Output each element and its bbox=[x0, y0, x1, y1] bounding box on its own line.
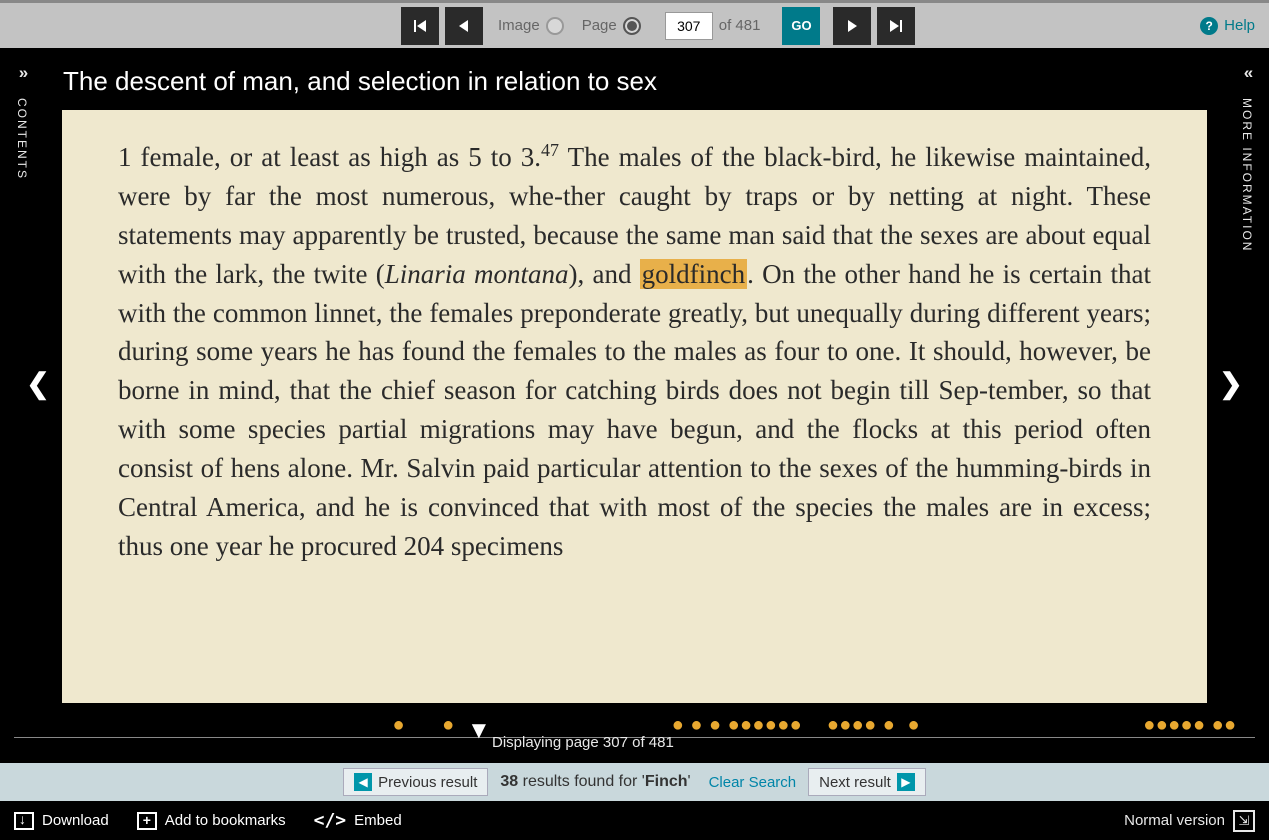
current-page-marker[interactable]: ▼ bbox=[467, 717, 491, 745]
image-radio[interactable]: Image bbox=[498, 17, 564, 35]
page-controls: Image Page of 481 bbox=[498, 12, 760, 40]
result-marker[interactable]: ● bbox=[728, 714, 740, 737]
arrow-right-icon: ▶ bbox=[897, 773, 915, 791]
last-page-button[interactable] bbox=[877, 7, 915, 45]
result-marker[interactable]: ● bbox=[752, 714, 764, 737]
result-marker[interactable]: ● bbox=[839, 714, 851, 737]
timeline-status: Displaying page 307 of 481 bbox=[492, 734, 674, 751]
embed-button[interactable]: </>Embed bbox=[314, 810, 402, 831]
page-image[interactable]: 1 female, or at least as high as 5 to 3.… bbox=[62, 110, 1207, 703]
embed-icon: </> bbox=[314, 810, 347, 831]
download-button[interactable]: Download bbox=[14, 812, 109, 830]
result-marker[interactable]: ● bbox=[1143, 714, 1155, 737]
bookmark-button[interactable]: Add to bookmarks bbox=[137, 812, 286, 830]
page-number-input[interactable] bbox=[665, 12, 713, 40]
page-arrow-right[interactable]: ❯ bbox=[1207, 328, 1255, 438]
contents-panel-toggle[interactable]: » CONTENTS bbox=[0, 48, 44, 208]
result-marker[interactable]: ● bbox=[1168, 714, 1180, 737]
first-page-button[interactable] bbox=[401, 7, 439, 45]
normal-version-button[interactable]: Normal version⇲ bbox=[1124, 810, 1255, 832]
page-arrow-left[interactable]: ❮ bbox=[14, 328, 62, 438]
top-navigation: Image Page of 481 GO Help bbox=[0, 0, 1269, 48]
result-marker[interactable]: ● bbox=[864, 714, 876, 737]
previous-result-button[interactable]: ◀Previous result bbox=[343, 768, 488, 796]
result-marker[interactable]: ● bbox=[709, 714, 721, 737]
result-marker[interactable]: ● bbox=[883, 714, 895, 737]
go-button[interactable]: GO bbox=[782, 7, 820, 45]
download-icon bbox=[14, 812, 34, 830]
expand-left-icon: « bbox=[1244, 63, 1250, 83]
result-marker[interactable]: ● bbox=[442, 714, 454, 737]
document-title: The descent of man, and selection in rel… bbox=[63, 66, 657, 97]
bookmark-icon bbox=[137, 812, 157, 830]
next-page-button[interactable] bbox=[833, 7, 871, 45]
result-marker[interactable]: ● bbox=[1193, 714, 1205, 737]
result-marker[interactable]: ● bbox=[1181, 714, 1193, 737]
result-marker[interactable]: ● bbox=[908, 714, 920, 737]
chevron-left-icon: ❮ bbox=[26, 367, 49, 400]
page-radio[interactable]: Page bbox=[582, 17, 641, 35]
more-info-panel-toggle[interactable]: « MORE INFORMATION bbox=[1225, 48, 1269, 283]
prev-page-button[interactable] bbox=[445, 7, 483, 45]
collapse-icon: ⇲ bbox=[1233, 810, 1255, 832]
result-marker[interactable]: ● bbox=[852, 714, 864, 737]
result-marker[interactable]: ● bbox=[1224, 714, 1236, 737]
clear-search-link[interactable]: Clear Search bbox=[709, 774, 797, 791]
contents-label: CONTENTS bbox=[15, 98, 29, 180]
arrow-left-icon: ◀ bbox=[354, 773, 372, 791]
result-marker[interactable]: ● bbox=[1156, 714, 1168, 737]
search-highlight: goldfinch bbox=[640, 259, 747, 289]
result-marker[interactable]: ● bbox=[765, 714, 777, 737]
result-marker[interactable]: ● bbox=[690, 714, 702, 737]
result-marker[interactable]: ● bbox=[1212, 714, 1224, 737]
bottom-toolbar: Download Add to bookmarks </>Embed Norma… bbox=[0, 801, 1269, 840]
result-marker[interactable]: ● bbox=[777, 714, 789, 737]
page-text: 1 female, or at least as high as 5 to 3.… bbox=[62, 110, 1207, 566]
result-marker[interactable]: ● bbox=[393, 714, 405, 737]
expand-right-icon: » bbox=[19, 63, 25, 83]
result-marker[interactable]: ● bbox=[790, 714, 802, 737]
page-total: of 481 bbox=[719, 17, 761, 34]
search-results-bar: ◀Previous result 38 results found for 'F… bbox=[0, 763, 1269, 801]
results-summary: 38 results found for 'Finch' bbox=[500, 773, 690, 791]
result-marker[interactable]: ● bbox=[827, 714, 839, 737]
timeline: ● ● ● ● ● ● ● ● ● ● ● ● ● ● ● ● ● ● ● ● … bbox=[0, 703, 1269, 763]
more-info-label: MORE INFORMATION bbox=[1240, 98, 1254, 252]
next-result-button[interactable]: Next result▶ bbox=[808, 768, 926, 796]
chevron-right-icon: ❯ bbox=[1219, 367, 1242, 400]
result-marker[interactable]: ● bbox=[740, 714, 752, 737]
viewer-area: The descent of man, and selection in rel… bbox=[0, 48, 1269, 703]
help-link[interactable]: Help bbox=[1200, 17, 1255, 35]
